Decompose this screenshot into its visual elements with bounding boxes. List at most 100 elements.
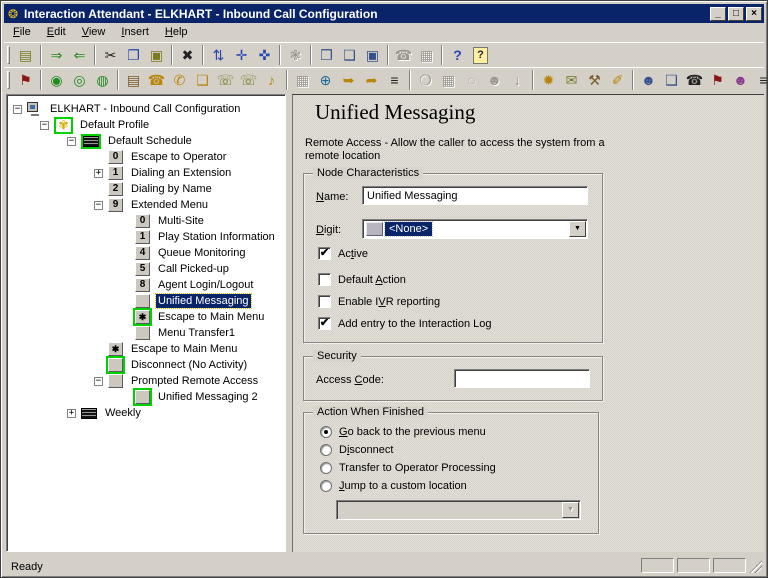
expand-toggle[interactable]: + <box>94 169 103 178</box>
tree-item-agent-login-logout[interactable]: 8 Agent Login/Logout <box>9 277 283 293</box>
toolbar-grip[interactable] <box>7 46 10 64</box>
node-transfer-icon[interactable]: ◍ <box>91 69 114 91</box>
paste-icon[interactable]: ▣ <box>145 44 168 66</box>
close-button[interactable]: × <box>746 7 762 21</box>
menu-file[interactable]: File <box>5 24 39 41</box>
copy-icon[interactable]: ❐ <box>122 44 145 66</box>
tree-item-call-picked-up[interactable]: 5 Call Picked-up <box>9 261 283 277</box>
title-bar[interactable]: ❂ Interaction Attendant - ELKHART - Inbo… <box>4 4 764 23</box>
phone-disabled-icon[interactable]: ☎ <box>392 44 415 66</box>
tree-item-escape-to-operator[interactable]: 0 Escape to Operator <box>9 149 283 165</box>
menu-disabled-icon[interactable]: ▦ <box>291 69 314 91</box>
collapse-toggle[interactable]: − <box>40 121 49 130</box>
station-icon[interactable]: ❑ <box>338 44 361 66</box>
menu-view[interactable]: View <box>74 24 114 41</box>
voicemail-send-icon[interactable]: ➦ <box>360 69 383 91</box>
people-profile-icon[interactable]: ☻ <box>729 69 752 91</box>
tree-item-prompted-remote-access[interactable]: − Prompted Remote Access <box>9 373 283 389</box>
gear-icon[interactable]: ✹ <box>537 69 560 91</box>
interaction-log-checkbox[interactable]: ✔ Add entry to the Interaction Log <box>318 317 492 330</box>
wizard-icon[interactable]: ❃ <box>284 44 307 66</box>
tree-item-queue-monitoring[interactable]: 4 Queue Monitoring <box>9 245 283 261</box>
tree-item-elkhart[interactable]: − ELKHART - Inbound Call Configuration <box>9 101 283 117</box>
disabled-5-icon[interactable]: ↓ <box>506 69 529 91</box>
disconnect-radio[interactable]: Disconnect <box>320 444 393 456</box>
expand-toggle[interactable]: + <box>67 409 76 418</box>
configuration-tree[interactable]: − ELKHART - Inbound Call Configuration −… <box>6 94 286 552</box>
disabled-2-icon[interactable]: ▦ <box>437 69 460 91</box>
run-node-icon[interactable]: ◉ <box>45 69 68 91</box>
queue-lines-icon[interactable]: ≡ <box>752 69 768 91</box>
tree-item-escape-to-main-menu-outer[interactable]: ✱ Escape to Main Menu <box>9 341 283 357</box>
hammer-icon[interactable]: ⚒ <box>583 69 606 91</box>
station-profile-icon[interactable]: ❑ <box>660 69 683 91</box>
maximize-button[interactable]: □ <box>728 7 744 21</box>
fax-icon[interactable]: ❏ <box>191 69 214 91</box>
minimize-button[interactable]: _ <box>710 7 726 21</box>
tree-item-unified-messaging[interactable]: Unified Messaging <box>9 293 283 309</box>
tree-item-escape-to-main-menu-inner[interactable]: ✱ Escape to Main Menu <box>9 309 283 325</box>
tree-item-weekly[interactable]: + Weekly <box>9 405 283 421</box>
resize-grip[interactable] <box>749 560 762 573</box>
disabled-3-icon[interactable]: ◌ <box>460 69 483 91</box>
phone-deny-icon[interactable]: ☎ <box>683 69 706 91</box>
node-help-icon[interactable]: ◎ <box>68 69 91 91</box>
phone-icon[interactable]: ☎ <box>145 69 168 91</box>
agent-profile-icon[interactable]: ☻ <box>637 69 660 91</box>
keyboard-disabled-icon[interactable]: ▦ <box>415 44 438 66</box>
save-icon[interactable]: ▤ <box>14 44 37 66</box>
tree-item-default-profile[interactable]: − ✾ Default Profile <box>9 117 283 133</box>
active-checkbox[interactable]: ✔ Active <box>318 247 368 260</box>
enable-ivr-checkbox[interactable]: Enable IVR reporting <box>318 295 440 308</box>
phone-menu-icon[interactable]: ☏ <box>237 69 260 91</box>
collapse-toggle[interactable]: − <box>94 377 103 386</box>
reorder-icon[interactable]: ⇅ <box>207 44 230 66</box>
help-topics-icon[interactable]: ? <box>469 44 492 66</box>
disabled-1-icon[interactable]: ❍ <box>414 69 437 91</box>
chevron-down-icon[interactable]: ▼ <box>562 502 579 518</box>
default-action-checkbox[interactable]: Default Action <box>318 273 406 286</box>
name-input[interactable] <box>362 186 588 205</box>
numbered-list-icon[interactable]: ≡ <box>383 69 406 91</box>
tree-item-multi-site[interactable]: 0 Multi-Site <box>9 213 283 229</box>
menu-help[interactable]: Help <box>157 24 196 41</box>
collapse-all-icon[interactable]: ✜ <box>253 44 276 66</box>
publish-icon[interactable]: ⇒ <box>45 44 68 66</box>
disabled-4-icon[interactable]: ☻ <box>483 69 506 91</box>
default-action-mailbox-icon[interactable]: ⚑ <box>14 69 37 91</box>
chevron-down-icon[interactable]: ▼ <box>569 221 586 237</box>
delete-icon[interactable]: ✖ <box>176 44 199 66</box>
help-icon[interactable]: ? <box>446 44 469 66</box>
cut-icon[interactable]: ✂ <box>99 44 122 66</box>
collapse-toggle[interactable]: − <box>67 137 76 146</box>
tree-item-play-station-information[interactable]: 1 Play Station Information <box>9 229 283 245</box>
internet-globe-icon[interactable]: ⊕ <box>314 69 337 91</box>
tree-item-unified-messaging-2[interactable]: Unified Messaging 2 <box>9 389 283 405</box>
tree-item-menu-transfer1[interactable]: Menu Transfer1 <box>9 325 283 341</box>
toolbar-grip[interactable] <box>7 71 10 89</box>
mailbox-profile-icon[interactable]: ⚑ <box>706 69 729 91</box>
revert-icon[interactable]: ⇐ <box>68 44 91 66</box>
tree-item-default-schedule[interactable]: − Default Schedule <box>9 133 283 149</box>
digit-combobox[interactable]: <None> ▼ <box>362 219 588 239</box>
collapse-toggle[interactable]: − <box>13 105 22 114</box>
menu-edit[interactable]: Edit <box>39 24 74 41</box>
collapse-toggle[interactable]: − <box>94 201 103 210</box>
go-back-radio[interactable]: Go back to the previous menu <box>320 426 486 438</box>
tree-item-dialing-an-extension[interactable]: + 1 Dialing an Extension <box>9 165 283 181</box>
tree-item-extended-menu[interactable]: − 9 Extended Menu <box>9 197 283 213</box>
access-code-input[interactable] <box>454 369 590 388</box>
fax-send-icon[interactable]: ➥ <box>337 69 360 91</box>
jump-location-combobox[interactable]: ▼ <box>336 500 581 520</box>
server-icon[interactable]: ▣ <box>361 44 384 66</box>
tree-item-disconnect-no-activity[interactable]: Disconnect (No Activity) <box>9 357 283 373</box>
paint-icon[interactable]: ✐ <box>606 69 629 91</box>
jump-custom-radio[interactable]: Jump to a custom location <box>320 480 467 492</box>
transfer-operator-radio[interactable]: Transfer to Operator Processing <box>320 462 496 474</box>
note-icon[interactable]: ✉ <box>560 69 583 91</box>
phone-transfer-icon[interactable]: ✆ <box>168 69 191 91</box>
phone-query-icon[interactable]: ☏ <box>214 69 237 91</box>
menu-insert[interactable]: Insert <box>113 24 157 41</box>
expand-all-icon[interactable]: ✛ <box>230 44 253 66</box>
directory-book-icon[interactable]: ▤ <box>122 69 145 91</box>
